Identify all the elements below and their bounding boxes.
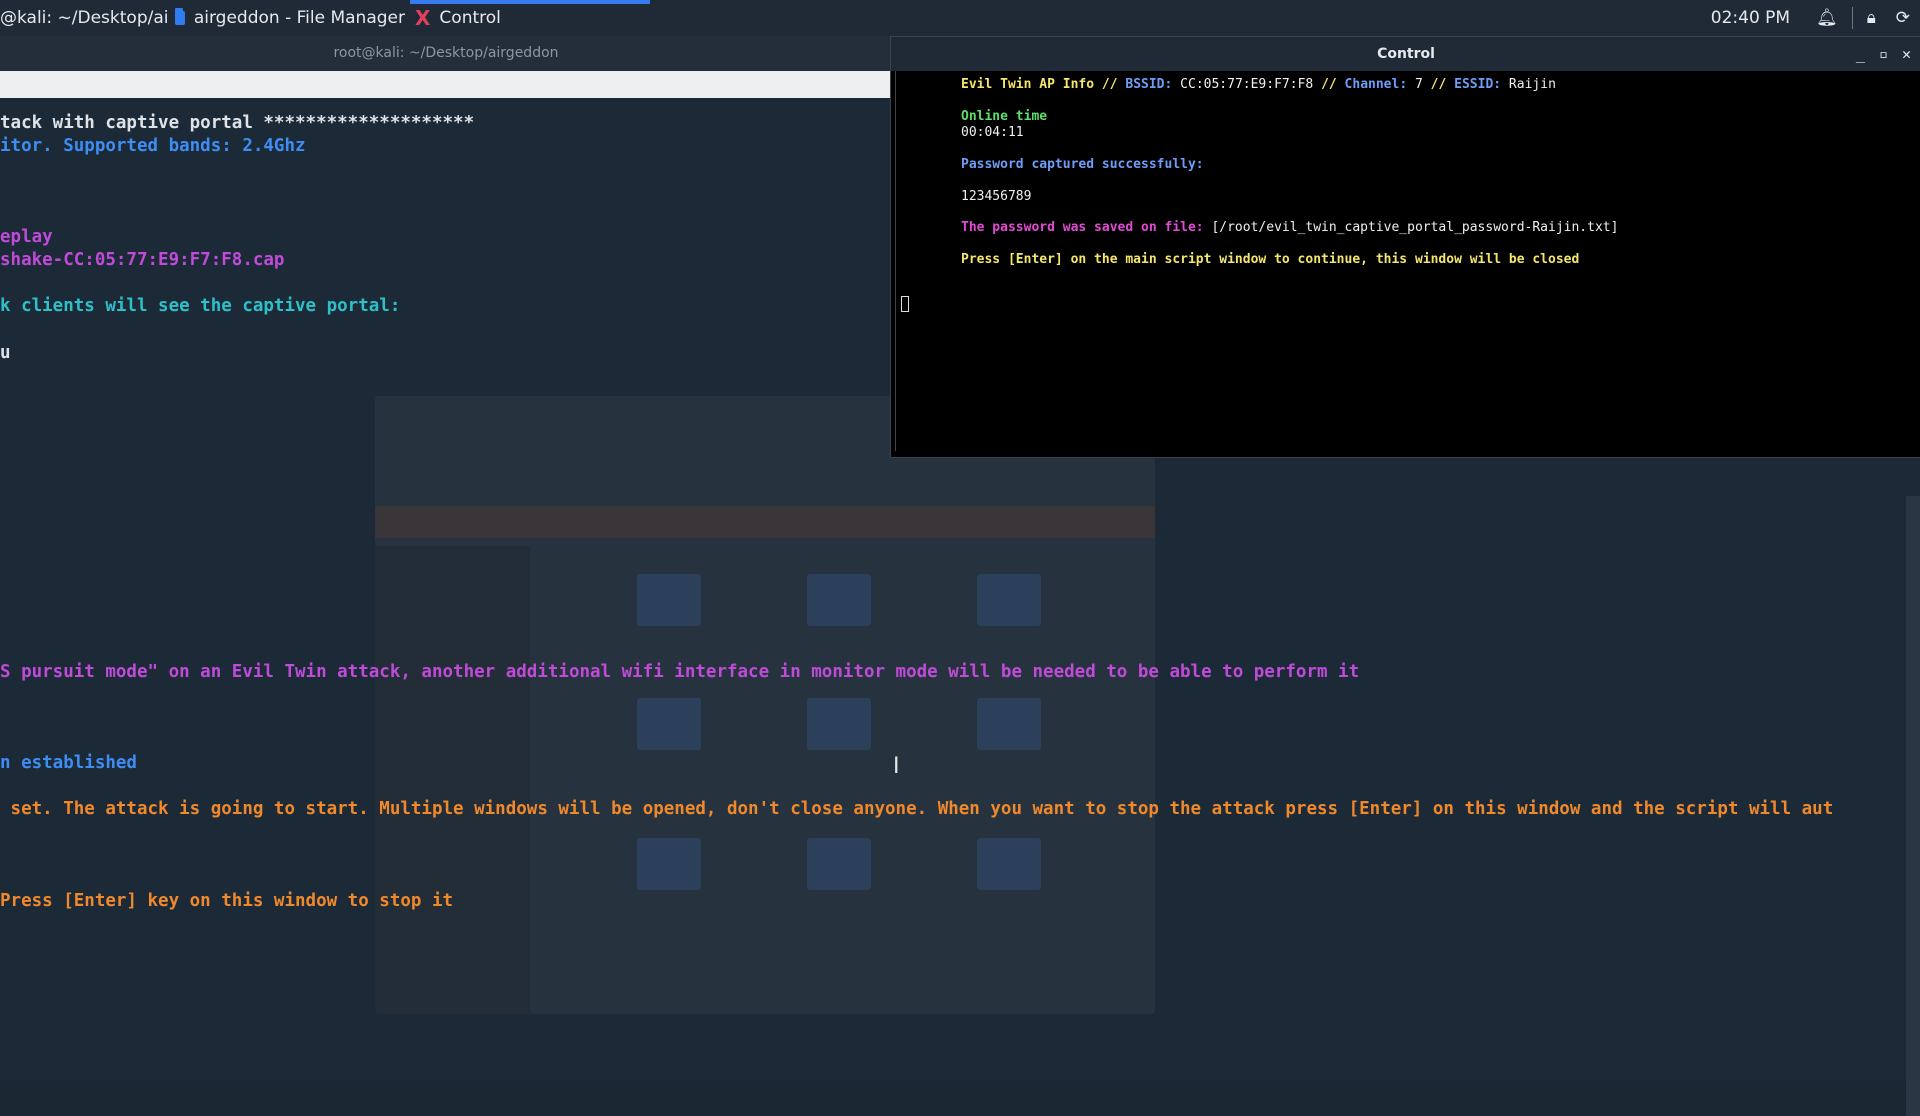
system-tray: 02:40 PM 🔔︎ 🔒︎ ⟳ xyxy=(1711,0,1920,36)
bssid-value: CC:05:77:E9:F7:F8 xyxy=(1172,77,1322,92)
fm-file-icon xyxy=(977,698,1041,750)
fm-file-icon xyxy=(637,838,701,890)
main-terminal-title: root@kali: ~/Desktop/airgeddon xyxy=(0,36,892,71)
online-time-value: 00:04:11 xyxy=(961,125,1024,140)
terminal-scrollbar[interactable] xyxy=(1906,496,1920,1116)
separator: // xyxy=(1321,77,1345,92)
control-window-title: Control xyxy=(891,37,1920,71)
password-captured-label: Password captured successfully: xyxy=(961,157,1204,172)
terminal-cursor xyxy=(901,296,909,312)
terminal-line: itor. Supported bands: 2.4Ghz xyxy=(0,136,306,156)
main-terminal-menubar[interactable] xyxy=(0,71,890,98)
task-terminal-label: @kali: ~/Desktop/ai... xyxy=(0,8,168,28)
control-window[interactable]: Control _ ▫ ✕ Evil Twin AP Info // BSSID… xyxy=(890,36,1920,458)
fm-folder-icon xyxy=(977,574,1041,626)
folder-icon xyxy=(175,8,185,25)
terminal-line: shake-CC:05:77:E9:F7:F8.cap xyxy=(0,250,285,270)
saved-file-line: The password was saved on file: [/root/e… xyxy=(961,220,1618,236)
minimize-icon[interactable]: _ xyxy=(1856,45,1865,63)
mouse-cursor-icon: I xyxy=(893,754,900,779)
saved-file-label: The password was saved on file: xyxy=(961,220,1212,235)
saved-file-path: [/root/evil_twin_captive_portal_password… xyxy=(1211,220,1619,235)
lock-icon[interactable]: 🔒︎ xyxy=(1867,8,1876,28)
fm-sidebar xyxy=(375,546,530,1014)
channel-value: 7 xyxy=(1407,77,1431,92)
ap-info-line: Evil Twin AP Info // BSSID: CC:05:77:E9:… xyxy=(961,77,1556,93)
fm-file-icon xyxy=(807,698,871,750)
refresh-icon[interactable]: ⟳ xyxy=(1896,8,1910,28)
fm-file-icon xyxy=(637,698,701,750)
captured-password: 123456789 xyxy=(961,189,1032,204)
close-icon[interactable]: ✕ xyxy=(1902,45,1911,63)
fm-warning-strip xyxy=(375,506,1155,538)
terminal-line: S pursuit mode" on an Evil Twin attack, … xyxy=(0,662,1360,682)
press-enter-message: Press [Enter] on the main script window … xyxy=(961,252,1580,267)
terminal-line: k clients will see the captive portal: xyxy=(0,296,401,316)
terminal-line: tack with captive portal ***************… xyxy=(0,113,475,133)
online-time-label: Online time xyxy=(961,109,1048,124)
terminal-line: eplay xyxy=(0,227,53,247)
control-terminal-output[interactable]: Evil Twin AP Info // BSSID: CC:05:77:E9:… xyxy=(895,71,1916,451)
clock[interactable]: 02:40 PM xyxy=(1711,8,1790,28)
ap-info-prefix: Evil Twin AP Info // xyxy=(961,77,1126,92)
taskbar: @kali: ~/Desktop/ai... airgeddon - File … xyxy=(0,0,1920,37)
terminal-line: set. The attack is going to start. Multi… xyxy=(0,799,1834,819)
fm-file-icon xyxy=(977,838,1041,890)
terminal-line: u xyxy=(0,343,11,363)
x-terminal-icon: Ⅹ xyxy=(415,6,431,30)
task-file-manager[interactable]: airgeddon - File Manager xyxy=(175,0,405,36)
maximize-icon[interactable]: ▫ xyxy=(1879,45,1888,63)
fm-folder-icon xyxy=(637,574,701,626)
bssid-label: BSSID: xyxy=(1125,77,1173,92)
window-controls: _ ▫ ✕ xyxy=(1856,37,1911,71)
separator: // xyxy=(1430,77,1455,92)
terminal-line: n established xyxy=(0,753,137,773)
task-control[interactable]: Ⅹ Control xyxy=(415,0,645,36)
terminal-line: Press [Enter] key on this window to stop… xyxy=(0,891,454,911)
task-file-manager-label: airgeddon - File Manager xyxy=(193,8,405,28)
tray-divider xyxy=(1851,7,1853,29)
file-manager-window-blurred xyxy=(375,396,1155,1014)
bell-icon[interactable]: 🔔︎ xyxy=(1816,8,1838,28)
task-control-label: Control xyxy=(439,8,501,28)
essid-label: ESSID: xyxy=(1454,77,1502,92)
essid-value: Raijin xyxy=(1501,77,1556,92)
fm-folder-icon xyxy=(807,574,871,626)
task-terminal[interactable]: @kali: ~/Desktop/ai... xyxy=(0,0,168,36)
channel-label: Channel: xyxy=(1344,77,1408,92)
fm-file-icon xyxy=(807,838,871,890)
